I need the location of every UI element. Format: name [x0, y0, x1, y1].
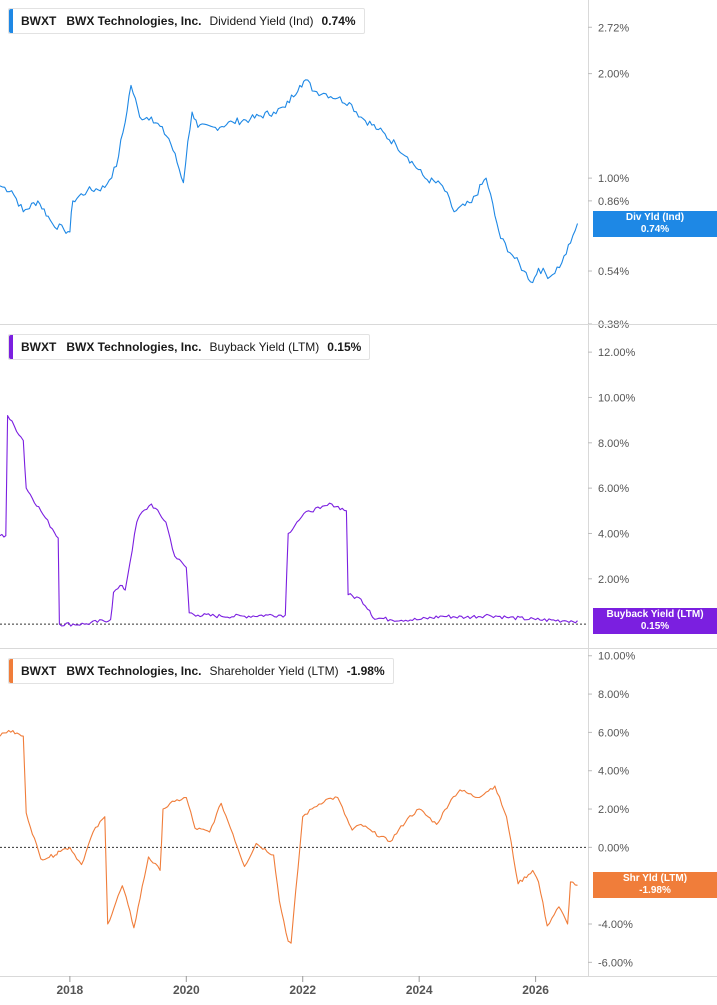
x-tick-label: 2022 — [289, 983, 316, 997]
dividend-y-tick-label: 2.00% — [598, 69, 629, 81]
legend-ticker: BWXT — [21, 340, 57, 354]
dividend-last-value-badge: Div Yld (Ind) 0.74% — [593, 210, 717, 237]
legend-metric: Shareholder Yield (LTM) — [209, 664, 339, 678]
buyback-y-tick-label: 10.00% — [598, 392, 636, 404]
shareholder-y-tick-label: 6.00% — [598, 727, 629, 739]
shareholder-y-tick-label: -4.00% — [598, 919, 633, 931]
badge-label: Div Yld (Ind) — [625, 211, 685, 223]
legend-ticker: BWXT — [21, 14, 57, 28]
x-tick-label: 2024 — [406, 983, 433, 997]
badge-value: 0.74% — [640, 223, 670, 235]
shareholder-last-value-badge: Shr Yld (LTM) -1.98% — [593, 872, 717, 899]
legend-metric: Dividend Yield (Ind) — [209, 14, 314, 28]
dividend-series-swatch — [9, 9, 13, 33]
badge-label: Shr Yld (LTM) — [622, 873, 688, 885]
shareholder-series-line — [0, 729, 578, 944]
x-tick-label: 2020 — [173, 983, 200, 997]
shareholder-y-tick-label: -6.00% — [598, 957, 633, 969]
dividend-y-tick-label: 0.54% — [598, 266, 629, 278]
buyback-y-tick-label: 8.00% — [598, 438, 629, 450]
dividend-y-tick-label: 2.72% — [598, 22, 629, 34]
buyback-y-tick-label: 6.00% — [598, 483, 629, 495]
buyback-yield-legend: BWXT BWX Technologies, Inc. Buyback Yiel… — [8, 334, 371, 360]
shareholder-y-tick-label: 4.00% — [598, 766, 629, 778]
badge-label: Buyback Yield (LTM) — [606, 608, 704, 620]
legend-ticker: BWXT — [21, 664, 57, 678]
shareholder-yield-legend: BWXT BWX Technologies, Inc. Shareholder … — [8, 658, 394, 684]
dividend-yield-legend: BWXT BWX Technologies, Inc. Dividend Yie… — [8, 8, 365, 34]
buyback-last-value-badge: Buyback Yield (LTM) 0.15% — [593, 607, 717, 634]
shareholder-y-tick-label: 10.00% — [598, 651, 636, 663]
shareholder-series-swatch — [9, 659, 13, 683]
legend-company: BWX Technologies, Inc. — [66, 14, 202, 28]
buyback-y-tick-label: 4.00% — [598, 528, 629, 540]
shareholder-y-tick-label: 0.00% — [598, 842, 629, 854]
dividend-y-tick-label: 0.86% — [598, 196, 629, 208]
legend-metric: Buyback Yield (LTM) — [209, 340, 320, 354]
buyback-y-tick-label: 12.00% — [598, 347, 636, 359]
dividend-y-tick-label: 1.00% — [598, 173, 629, 185]
shareholder-y-tick-label: 8.00% — [598, 689, 629, 701]
chart-canvas: 2.72%2.00%1.00%0.86%0.54%0.38%0.70%12.00… — [0, 0, 717, 997]
buyback-series-swatch — [9, 335, 13, 359]
shareholder-y-tick-label: 2.00% — [598, 804, 629, 816]
legend-value: -1.98% — [346, 664, 385, 678]
buyback-series-line — [0, 415, 578, 627]
x-tick-label: 2026 — [522, 983, 549, 997]
badge-value: -1.98% — [639, 885, 671, 897]
x-tick-label: 2018 — [57, 983, 84, 997]
legend-company: BWX Technologies, Inc. — [66, 664, 202, 678]
dividend-series-line — [0, 79, 579, 284]
badge-value: 0.15% — [640, 620, 670, 632]
buyback-y-tick-label: 2.00% — [598, 574, 629, 586]
legend-company: BWX Technologies, Inc. — [66, 340, 202, 354]
legend-value: 0.74% — [321, 14, 356, 28]
legend-value: 0.15% — [327, 340, 362, 354]
